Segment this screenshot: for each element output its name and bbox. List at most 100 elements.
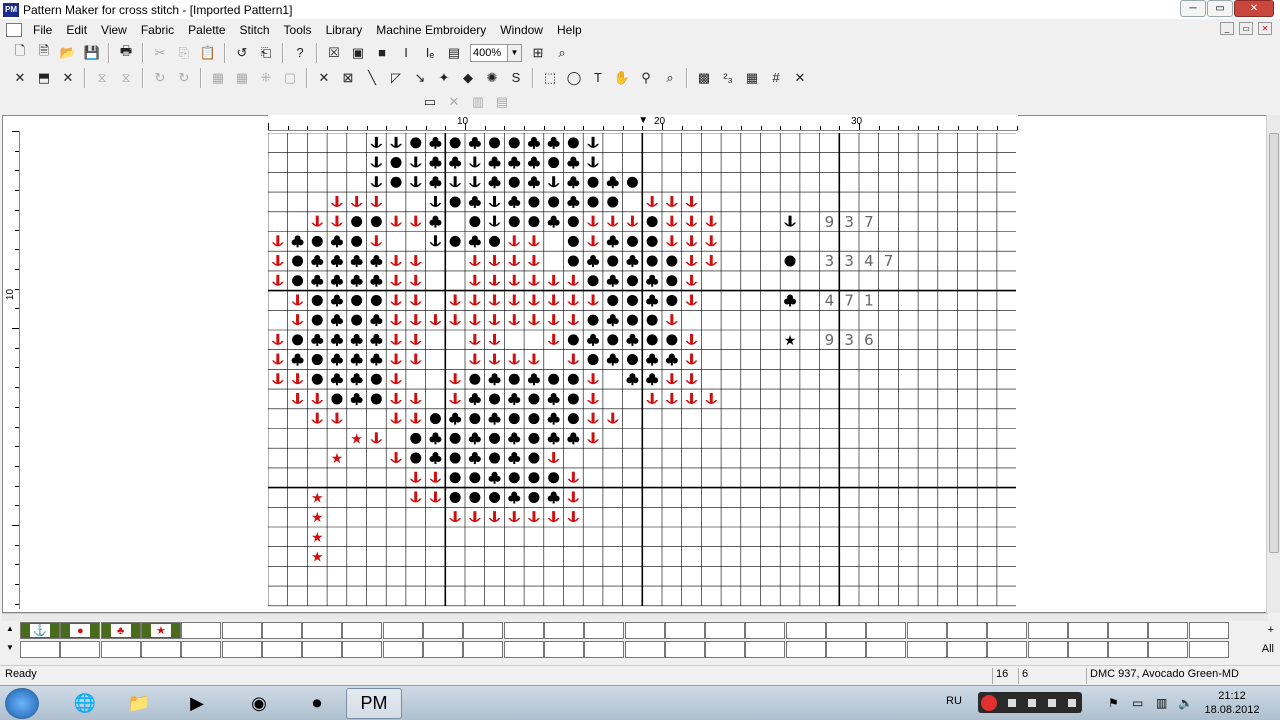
undo-icon[interactable]: ↺ xyxy=(231,42,253,64)
doc-restore-button[interactable]: ▭ xyxy=(1239,22,1253,35)
palette-swatch[interactable] xyxy=(987,641,1028,658)
palette-swatch[interactable] xyxy=(705,641,746,658)
mic-icon[interactable] xyxy=(1068,698,1076,707)
menu-window[interactable]: Window xyxy=(493,23,550,37)
palette-swatch[interactable] xyxy=(624,622,665,639)
tray-device-icon[interactable]: ▭ xyxy=(1132,696,1143,710)
palette-swatch[interactable] xyxy=(503,622,544,639)
list-icon[interactable]: ▤ xyxy=(443,42,465,64)
palette-down-icon[interactable]: ▼ xyxy=(6,643,16,652)
lazy-daisy-icon[interactable]: ✺ xyxy=(481,67,503,89)
new-icon[interactable]: 🗋 xyxy=(9,42,31,64)
copy-icon[interactable]: ⎘ xyxy=(173,42,195,64)
text-tool-icon[interactable]: T xyxy=(587,67,609,89)
open-icon[interactable]: 📂 xyxy=(57,42,79,64)
menu-file[interactable]: File xyxy=(26,23,59,37)
print-icon[interactable]: 🖶 xyxy=(115,42,137,64)
palette-swatch[interactable] xyxy=(866,622,907,639)
paste-icon[interactable]: 📋 xyxy=(197,42,219,64)
chevron-down-icon[interactable]: ▼ xyxy=(507,44,521,61)
palette-swatch[interactable] xyxy=(423,622,463,639)
close-button[interactable]: ✕ xyxy=(1234,0,1274,17)
flip-h-icon[interactable]: ⧖ xyxy=(91,67,113,89)
palette-swatch[interactable] xyxy=(463,641,504,658)
fit-icon[interactable]: ⊞ xyxy=(527,42,549,64)
palette-swatch[interactable] xyxy=(1108,622,1149,639)
palette-swatch[interactable] xyxy=(423,641,463,658)
clock[interactable]: 21:12 18.08.2012 xyxy=(1200,689,1264,717)
flip-v-icon[interactable]: ⧖ xyxy=(115,67,137,89)
full-cross-icon[interactable]: ☒ xyxy=(323,42,345,64)
redo-icon[interactable]: ⎗ xyxy=(255,42,277,64)
menu-palette[interactable]: Palette xyxy=(181,23,232,37)
text-icon[interactable]: I xyxy=(395,42,417,64)
fill-icon[interactable]: ▣ xyxy=(347,42,369,64)
palette-swatch[interactable] xyxy=(543,622,584,639)
restore-button[interactable]: ▭ xyxy=(1207,0,1233,17)
webcam-icon[interactable] xyxy=(1048,698,1056,707)
quarter-stitch-icon[interactable]: ◸ xyxy=(385,67,407,89)
palette-swatch[interactable] xyxy=(664,641,705,658)
minimize-button[interactable]: ─ xyxy=(1180,0,1206,17)
menu-stitch[interactable]: Stitch xyxy=(233,23,277,37)
french-knot-icon[interactable]: ◆ xyxy=(457,67,479,89)
palette-swatch[interactable] xyxy=(60,641,101,658)
palette-swatch[interactable] xyxy=(261,622,302,639)
rows-icon[interactable]: ▤ xyxy=(491,91,513,113)
palette-swatch[interactable] xyxy=(463,622,504,639)
patternmaker-task-icon[interactable]: PM xyxy=(346,688,402,719)
palette-swatch[interactable] xyxy=(382,622,423,639)
pattern-grid[interactable]: ★★★★★★9 3 73 3 4 74 7 1★ 9 3 6 xyxy=(268,133,1016,607)
palette-swatch[interactable] xyxy=(866,641,907,658)
palette-swatch[interactable] xyxy=(382,641,423,658)
replace-icon[interactable]: ✕ xyxy=(57,67,79,89)
palette-swatch[interactable] xyxy=(221,641,262,658)
arrow-stitch-icon[interactable]: ↘ xyxy=(409,67,431,89)
palette-swatch[interactable] xyxy=(20,641,60,658)
solid-icon[interactable]: ■ xyxy=(371,42,393,64)
document-icon[interactable] xyxy=(6,22,22,37)
ie-task-icon[interactable]: 🌐 xyxy=(62,688,108,719)
recording-controls[interactable] xyxy=(978,692,1082,713)
gridlines-icon[interactable]: # xyxy=(765,67,787,89)
palette-swatch[interactable] xyxy=(584,622,625,639)
language-indicator[interactable]: RU xyxy=(946,695,962,707)
palette-swatch[interactable] xyxy=(503,641,544,658)
palette-swatch[interactable]: ⚓ xyxy=(20,622,60,639)
doc-close-button[interactable]: ✕ xyxy=(1258,22,1272,35)
palette-swatch[interactable] xyxy=(705,622,746,639)
tray-flag-icon[interactable]: ⚑ xyxy=(1108,696,1119,710)
record-icon[interactable] xyxy=(981,694,997,711)
palette-swatch[interactable] xyxy=(1108,641,1149,658)
palette-swatch[interactable] xyxy=(1067,641,1108,658)
sparkle-icon[interactable]: ⁜ xyxy=(255,67,277,89)
palette-swatch[interactable] xyxy=(543,641,584,658)
menu-edit[interactable]: Edit xyxy=(59,23,94,37)
palette-swatch[interactable] xyxy=(987,622,1028,639)
color-grid-icon[interactable]: ▩ xyxy=(693,67,715,89)
palette-swatch[interactable] xyxy=(302,641,343,658)
palette-swatch[interactable] xyxy=(1188,641,1229,658)
volume-icon[interactable]: 🔈 xyxy=(1178,696,1193,710)
menu-fabric[interactable]: Fabric xyxy=(134,23,181,37)
palette-swatch[interactable] xyxy=(140,641,181,658)
palette-swatch[interactable] xyxy=(826,622,866,639)
rotate-ccw-icon[interactable]: ↻ xyxy=(173,67,195,89)
rect-select-icon[interactable]: ▢ xyxy=(279,67,301,89)
explorer-task-icon[interactable]: 📁 xyxy=(116,688,162,719)
cut-icon[interactable]: ✂ xyxy=(149,42,171,64)
palette-swatch[interactable] xyxy=(624,641,665,658)
palette-swatch[interactable] xyxy=(745,622,786,639)
palette-swatch[interactable] xyxy=(664,622,705,639)
menu-library[interactable]: Library xyxy=(319,23,370,37)
palette-swatch[interactable] xyxy=(302,622,343,639)
magnifier-icon[interactable]: ⌕ xyxy=(659,67,681,89)
help-icon[interactable]: ? xyxy=(289,42,311,64)
marquee-icon[interactable]: ⬚ xyxy=(539,67,561,89)
stitch-edit-icon[interactable]: ▭ xyxy=(419,91,441,113)
grid-b-icon[interactable]: ▦ xyxy=(231,67,253,89)
palette-swatch[interactable] xyxy=(1188,622,1229,639)
menu-view[interactable]: View xyxy=(94,23,134,37)
start-button[interactable] xyxy=(5,688,39,719)
palette-swatch[interactable] xyxy=(826,641,866,658)
